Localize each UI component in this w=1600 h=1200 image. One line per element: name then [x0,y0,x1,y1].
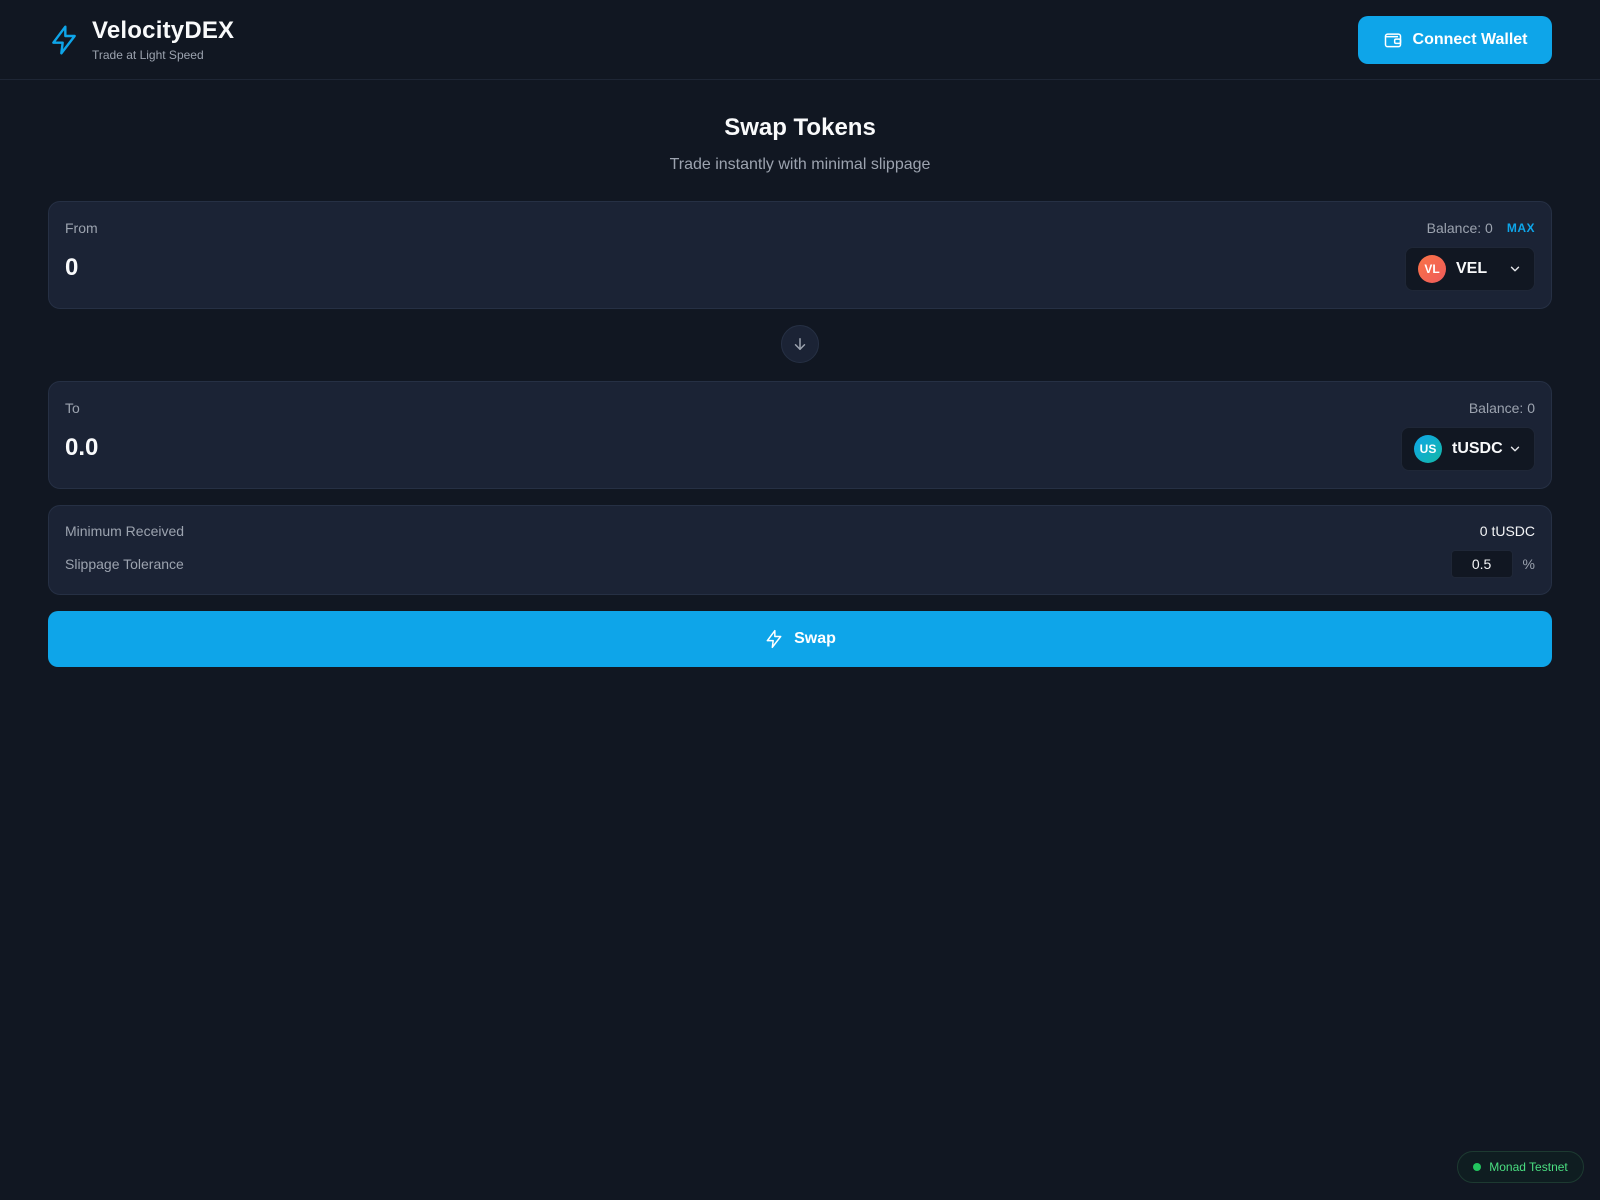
from-token-symbol: VEL [1456,260,1488,277]
from-card: From Balance: 0 MAX 0 VL VEL [48,201,1552,309]
to-label: To [65,400,80,416]
from-label: From [65,220,98,236]
to-token-select[interactable]: US tUSDC [1401,427,1535,471]
chevron-down-icon [1510,266,1520,272]
connect-wallet-label: Connect Wallet [1412,31,1528,48]
from-balance-row: Balance: 0 MAX [1427,220,1535,236]
minimum-received-row: Minimum Received 0 tUSDC [65,523,1535,539]
chevron-down-icon [1510,446,1520,452]
app-header: VelocityDEX Trade at Light Speed Connect… [0,0,1600,80]
to-amount-output: 0.0 [65,434,99,461]
status-dot-icon [1473,1163,1482,1171]
swap-direction-button[interactable] [781,325,819,363]
slippage-row: Slippage Tolerance % [65,550,1535,578]
network-label: Monad Testnet [1489,1160,1568,1174]
swap-details-card: Minimum Received 0 tUSDC Slippage Tolera… [48,505,1552,595]
brand-title: VelocityDEX [92,17,235,44]
slippage-unit: % [1522,556,1535,572]
slippage-control: % [1450,550,1535,578]
slippage-input[interactable] [1450,550,1513,578]
swap-button-label: Swap [794,630,836,647]
connect-wallet-button[interactable]: Connect Wallet [1358,16,1552,64]
to-token-symbol: tUSDC [1452,440,1503,457]
from-balance: Balance: 0 [1426,220,1493,236]
slippage-label: Slippage Tolerance [65,556,184,572]
page-title: Swap Tokens [724,114,876,141]
page-subtitle: Trade instantly with minimal slippage [669,156,931,173]
lightning-bolt-icon [52,25,76,55]
brand-subtitle: Trade at Light Speed [92,48,204,62]
max-button[interactable]: MAX [1507,221,1535,235]
lightning-bolt-icon [766,629,782,649]
token-logo-tusdc: US [1414,435,1442,463]
minimum-received-label: Minimum Received [65,523,185,539]
wallet-icon [1384,33,1401,48]
from-token-select[interactable]: VL VEL [1405,247,1535,291]
from-amount-input[interactable]: 0 [65,254,78,282]
arrow-down-icon [794,338,806,350]
network-status-badge: Monad Testnet [1457,1151,1584,1183]
to-balance: Balance: 0 [1468,400,1535,416]
swap-button[interactable]: Swap [48,611,1552,667]
token-logo-vel: VL [1418,255,1446,283]
minimum-received-value: 0 tUSDC [1479,523,1535,539]
to-balance-row: Balance: 0 [1469,400,1535,416]
to-card: To Balance: 0 0.0 US tUSDC [48,381,1552,489]
